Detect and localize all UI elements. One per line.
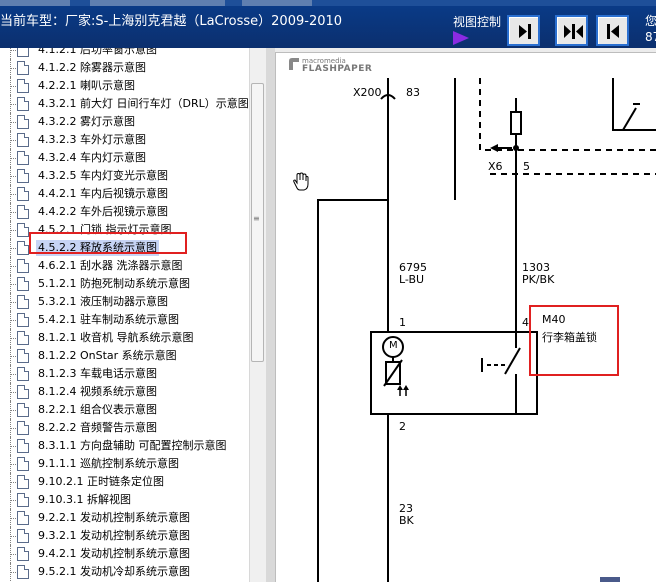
pin-1: 1 bbox=[399, 316, 406, 329]
motor-label: M bbox=[389, 340, 398, 351]
wire3-color: BK bbox=[399, 514, 414, 527]
pin-2: 2 bbox=[399, 420, 406, 433]
pin-5: 5 bbox=[523, 160, 530, 173]
switch-symbol bbox=[481, 332, 521, 414]
wiring-diagram bbox=[317, 78, 656, 582]
wire1-color: L-BU bbox=[399, 273, 425, 286]
upper-dashed-module bbox=[479, 78, 656, 175]
component-highlight bbox=[529, 305, 619, 376]
bottom-page-button[interactable] bbox=[600, 577, 620, 582]
connector-x200: X200 bbox=[353, 86, 382, 99]
wire-l-bu bbox=[317, 78, 396, 582]
arrow-up-b-icon bbox=[403, 385, 409, 390]
pin-83: 83 bbox=[406, 86, 420, 99]
pin-4: 4 bbox=[522, 316, 529, 329]
wire2-color: PK/BK bbox=[522, 273, 555, 286]
wire-pk-bk bbox=[454, 78, 517, 332]
junction-dot bbox=[513, 145, 519, 151]
connector-x6: X6 bbox=[488, 160, 503, 173]
junction-arrow-head bbox=[490, 144, 498, 152]
arrow-up-a-icon bbox=[397, 385, 403, 390]
upper-switch-box bbox=[612, 78, 656, 131]
